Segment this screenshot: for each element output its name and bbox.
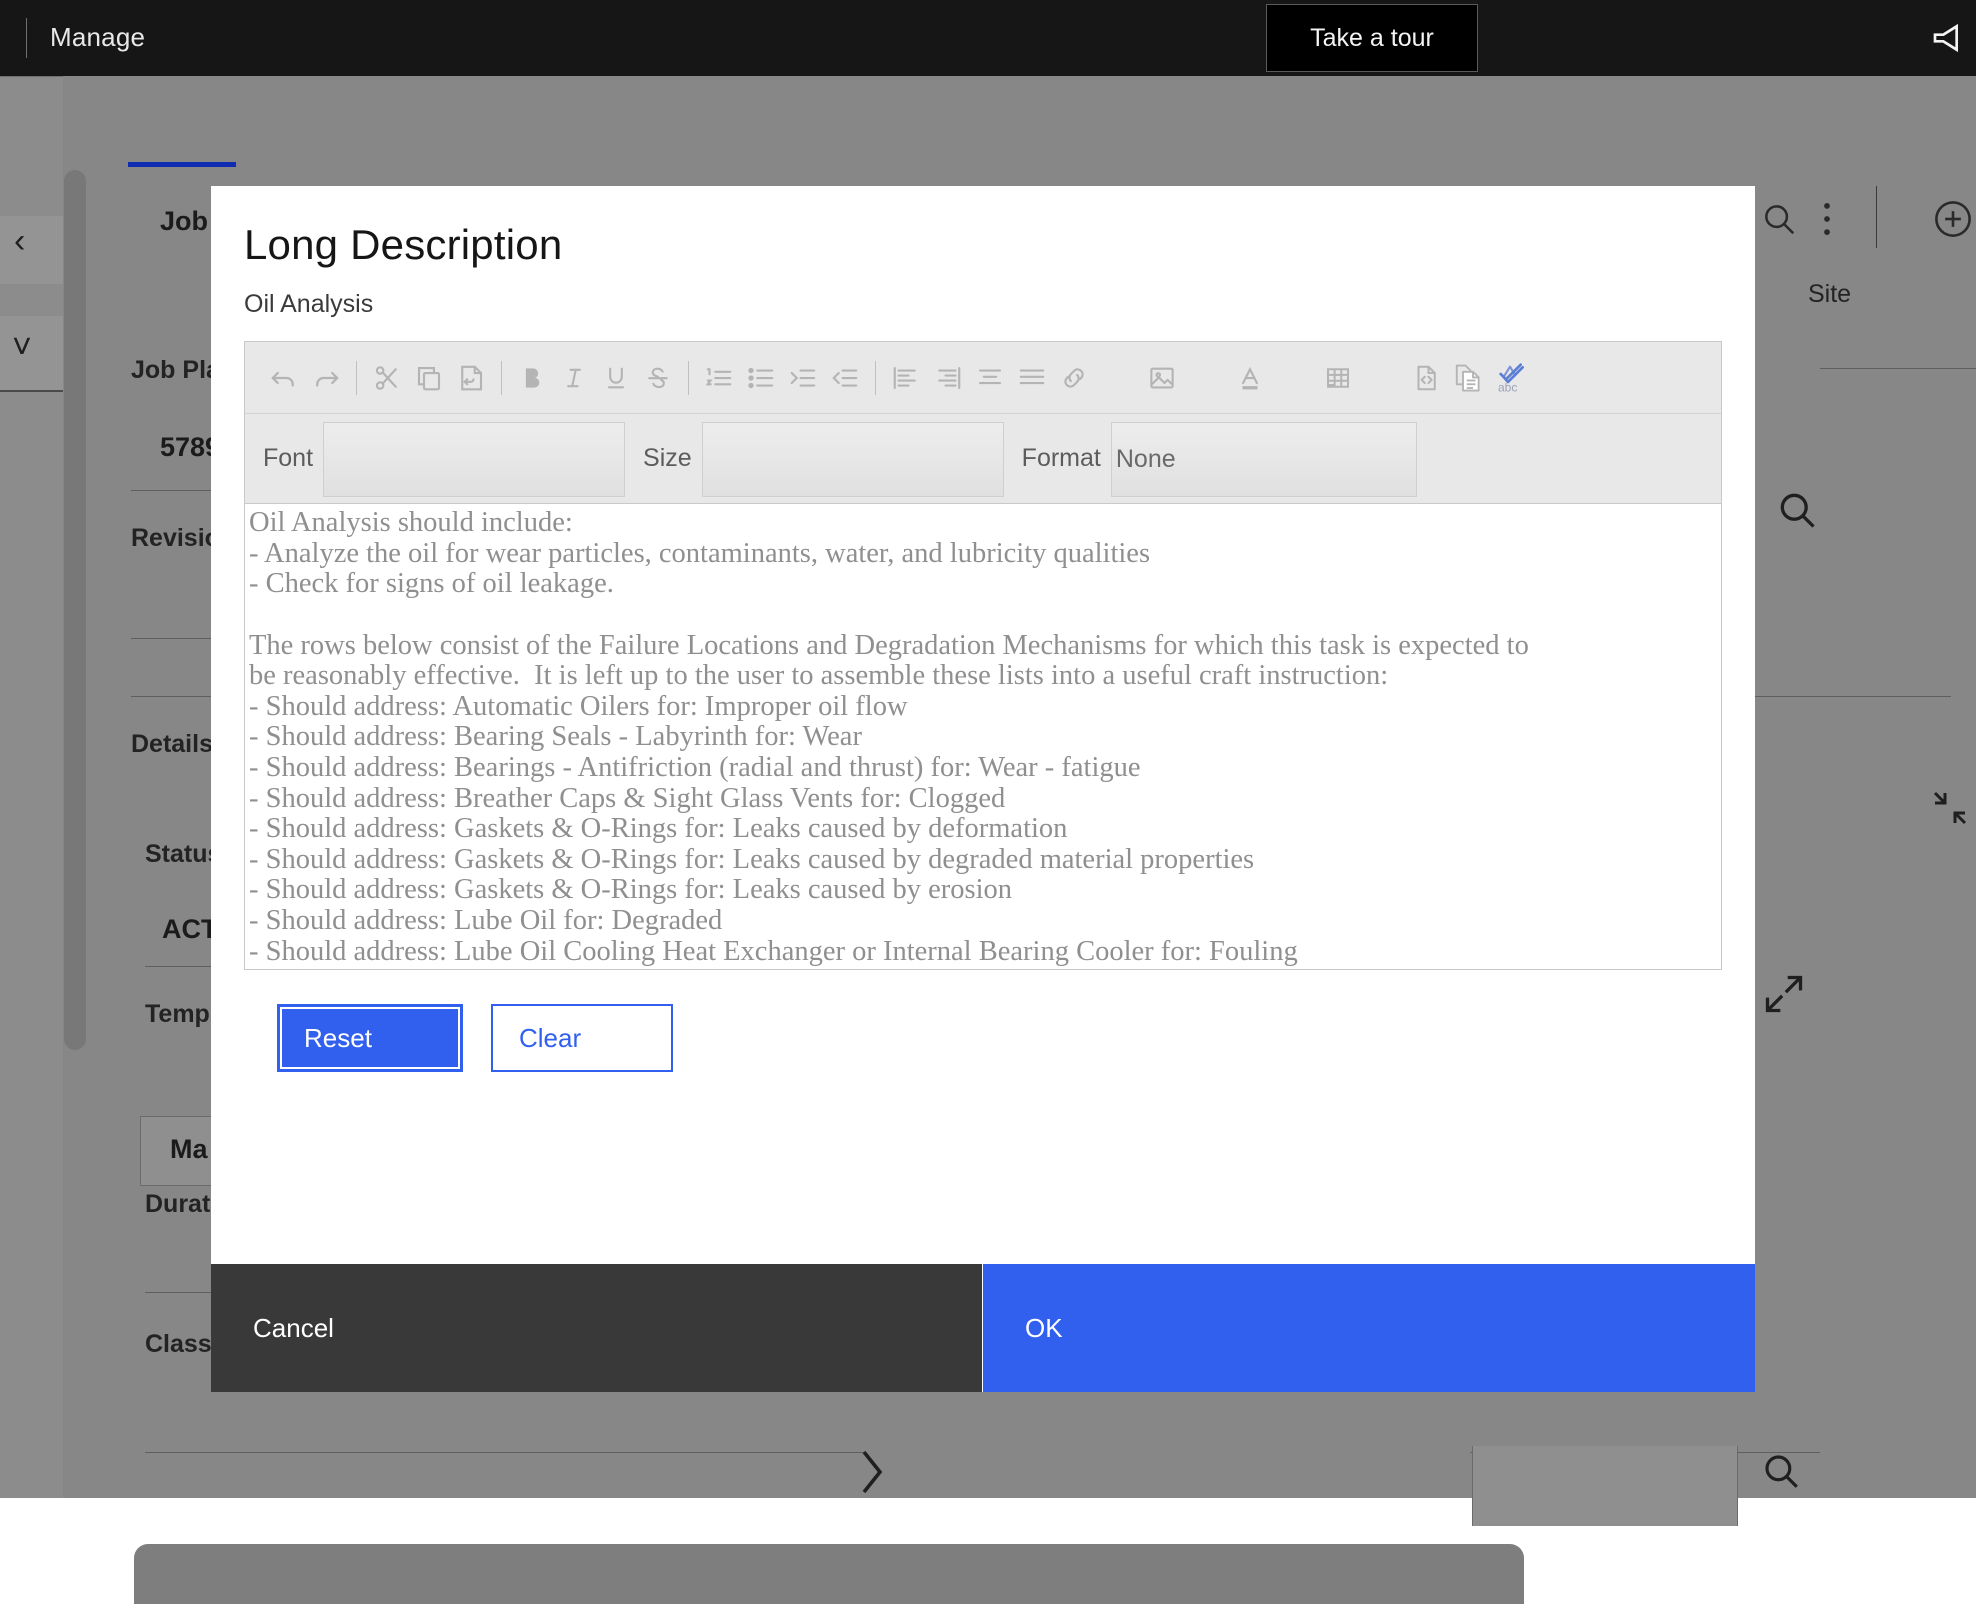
cut-icon[interactable]	[366, 354, 408, 402]
ok-button[interactable]: OK	[983, 1264, 1755, 1392]
editor-format-row: Font Size Format None	[245, 414, 1721, 504]
app-name-label: Manage	[50, 22, 145, 53]
text-color-icon[interactable]	[1229, 354, 1271, 402]
field-value-template: Ma	[170, 1134, 208, 1165]
rich-text-editor: abc Font Size Format None Oil Analysis s…	[244, 341, 1722, 970]
outdent-icon[interactable]	[824, 354, 866, 402]
align-center-icon[interactable]	[969, 354, 1011, 402]
long-description-dialog: Long Description Oil Analysis	[211, 186, 1755, 1392]
undo-icon[interactable]	[263, 354, 305, 402]
field-label-jobplan: Job Pla	[131, 356, 220, 385]
overflow-menu-icon[interactable]	[1823, 202, 1831, 241]
toolbar-separator	[688, 361, 689, 395]
align-left-icon[interactable]	[885, 354, 927, 402]
megaphone-icon[interactable]	[1930, 18, 1970, 58]
chevron-left-icon[interactable]: ‹	[14, 222, 25, 261]
italic-icon[interactable]	[553, 354, 595, 402]
size-label: Size	[625, 414, 702, 503]
align-right-icon[interactable]	[927, 354, 969, 402]
rail-item-collapse[interactable]	[0, 216, 63, 284]
lower-section-header	[134, 1544, 1524, 1604]
align-justify-icon[interactable]	[1011, 354, 1053, 402]
format-select[interactable]: None	[1111, 422, 1417, 497]
left-rail: ‹ ˅	[0, 76, 63, 1498]
dialog-footer: Cancel OK	[211, 1264, 1755, 1392]
field-underline-site	[1820, 368, 1976, 369]
field-label-site: Site	[1808, 280, 1851, 309]
search-icon-jobplan[interactable]	[1775, 488, 1819, 537]
search-icon-right[interactable]	[1760, 1450, 1802, 1497]
top-navigation-bar: Manage Take a tour	[0, 0, 1976, 76]
image-icon[interactable]	[1141, 354, 1183, 402]
size-select[interactable]	[702, 422, 1004, 497]
maximize-icon[interactable]	[1762, 972, 1806, 1021]
font-label: Font	[245, 414, 323, 503]
format-label: Format	[1004, 414, 1111, 503]
indent-icon[interactable]	[782, 354, 824, 402]
toolbar-separator	[501, 361, 502, 395]
clear-button[interactable]: Clear	[491, 1004, 673, 1072]
vertical-scrollbar[interactable]	[64, 170, 86, 1050]
chevron-right-icon[interactable]	[855, 1446, 889, 1503]
font-select[interactable]	[323, 422, 625, 497]
take-a-tour-button[interactable]: Take a tour	[1266, 4, 1478, 72]
table-icon[interactable]	[1317, 354, 1359, 402]
link-icon[interactable]	[1053, 354, 1095, 402]
search-icon[interactable]	[1760, 200, 1798, 243]
numbered-list-icon[interactable]	[698, 354, 740, 402]
add-circle-icon[interactable]	[1932, 198, 1974, 245]
paste-icon[interactable]	[450, 354, 492, 402]
dialog-subtitle: Oil Analysis	[244, 290, 1722, 319]
paste-from-word-icon[interactable]	[1447, 354, 1489, 402]
editor-actions: Reset Clear	[244, 970, 1722, 1072]
top-bar-divider	[26, 18, 27, 58]
active-tab-indicator	[128, 162, 236, 167]
bold-icon[interactable]	[511, 354, 553, 402]
underline-icon[interactable]	[595, 354, 637, 402]
field-label-classification: Classi	[145, 1330, 219, 1359]
field-label-duration: Durati	[145, 1190, 217, 1219]
copy-icon[interactable]	[408, 354, 450, 402]
reset-button[interactable]: Reset	[277, 1004, 463, 1072]
strikethrough-icon[interactable]	[637, 354, 679, 402]
rail-divider	[0, 76, 63, 77]
bulleted-list-icon[interactable]	[740, 354, 782, 402]
toolbar-separator	[875, 361, 876, 395]
redo-icon[interactable]	[305, 354, 347, 402]
cancel-button[interactable]: Cancel	[211, 1264, 983, 1392]
toolbar-separator	[356, 361, 357, 395]
toolbar-divider	[1876, 186, 1877, 248]
svg-text:abc: abc	[1498, 380, 1517, 394]
dialog-title: Long Description	[244, 222, 1722, 268]
chevron-down-icon[interactable]: ˅	[12, 328, 32, 367]
search-field-right[interactable]	[1472, 1446, 1738, 1526]
field-value-status: ACT	[162, 914, 218, 945]
spell-check-icon[interactable]: abc	[1489, 354, 1531, 402]
format-row-spacer	[1417, 414, 1721, 503]
tab-label-job: Job	[160, 206, 208, 237]
long-description-textarea[interactable]: Oil Analysis should include: - Analyze t…	[245, 504, 1721, 969]
field-label-status: Status	[145, 840, 221, 869]
field-underline-classification	[145, 1452, 865, 1453]
field-label-template: Templ	[145, 1000, 217, 1029]
section-label-details: Details	[131, 730, 213, 759]
field-label-revision: Revisio	[131, 524, 220, 553]
source-code-icon[interactable]	[1405, 354, 1447, 402]
editor-toolbar: abc	[245, 342, 1721, 414]
minimize-icon[interactable]	[1930, 788, 1970, 833]
dialog-content: Long Description Oil Analysis	[211, 186, 1755, 1264]
